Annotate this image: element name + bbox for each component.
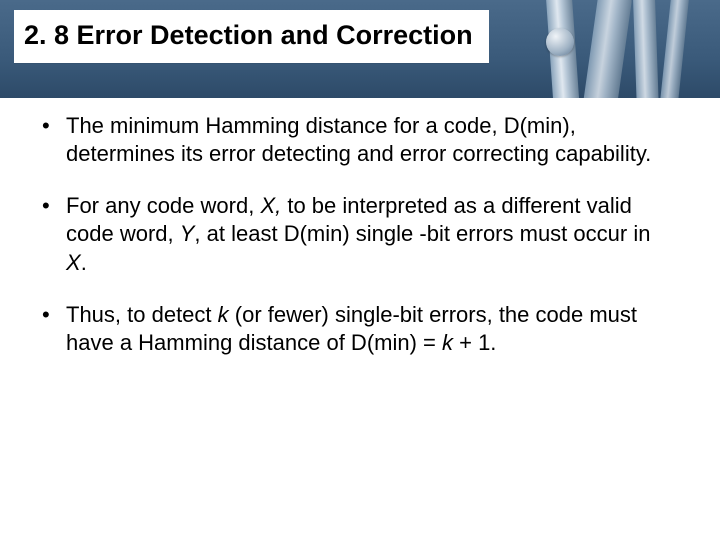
bullet-list: The minimum Hamming distance for a code,…	[38, 112, 660, 357]
bullet-item: The minimum Hamming distance for a code,…	[38, 112, 660, 168]
bullet-item: For any code word, X, to be interpreted …	[38, 192, 660, 276]
bullet-item: Thus, to detect k (or fewer) single-bit …	[38, 301, 660, 357]
slide-title: 2. 8 Error Detection and Correction	[24, 20, 473, 51]
title-box: 2. 8 Error Detection and Correction	[14, 10, 489, 63]
slide-content: The minimum Hamming distance for a code,…	[38, 112, 660, 381]
header-decoration	[540, 0, 700, 98]
